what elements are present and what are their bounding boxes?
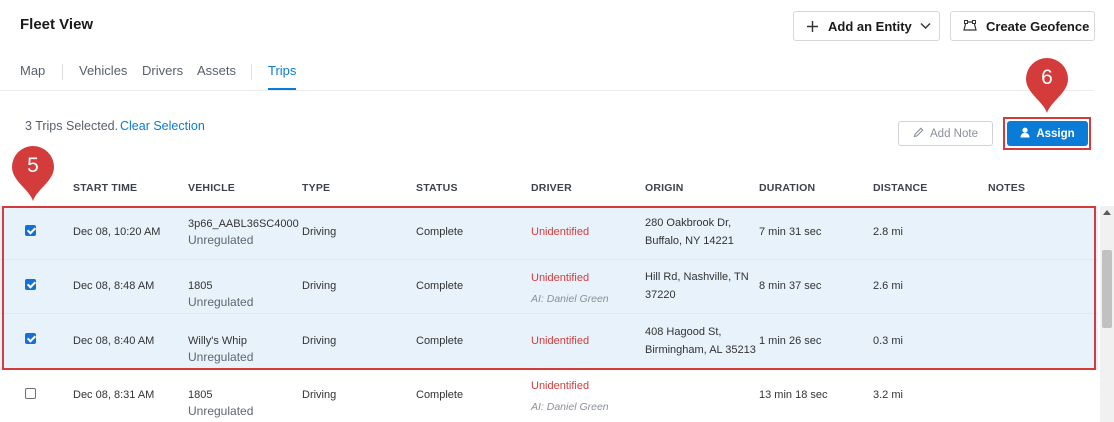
tab-bar: Map Vehicles Drivers Assets Trips (0, 56, 1094, 91)
assign-highlight-frame (1003, 117, 1091, 150)
col-header-origin[interactable]: ORIGIN (645, 182, 684, 194)
vehicle-name: Willy's Whip (188, 335, 247, 347)
trip-distance: 0.3 mi (873, 335, 903, 347)
step-5-number: 5 (27, 154, 39, 177)
row-checkbox[interactable] (25, 333, 36, 344)
origin-line-1: 280 Oakbrook Dr, (645, 217, 732, 229)
active-tab-indicator (268, 88, 296, 90)
trip-status: Complete (416, 389, 464, 401)
row-checkbox[interactable] (25, 279, 36, 290)
trip-duration: 13 min 18 sec (759, 389, 828, 401)
trip-type: Driving (302, 280, 337, 292)
origin-line-2: 37220 (645, 289, 676, 301)
driver-status: Unidentified (531, 380, 590, 392)
col-header-vehicle[interactable]: VEHICLE (188, 182, 235, 194)
driver-cell[interactable]: Unidentified AI: Daniel Green (531, 269, 609, 308)
origin-line-1: 408 Hagood St, (645, 326, 722, 338)
start-time: Dec 08, 8:48 AM (73, 280, 155, 292)
col-header-start-time[interactable]: START TIME (73, 182, 137, 194)
trip-duration: 8 min 37 sec (759, 280, 822, 292)
trip-duration: 1 min 26 sec (759, 335, 822, 347)
origin-cell: 280 Oakbrook Dr, Buffalo, NY 14221 (645, 214, 734, 250)
col-header-duration[interactable]: DURATION (759, 182, 815, 194)
chevron-down-icon (920, 22, 931, 30)
tab-assets[interactable]: Assets (197, 63, 236, 78)
pencil-icon (913, 127, 924, 141)
scrollbar-thumb[interactable] (1102, 250, 1112, 328)
trip-status: Complete (416, 226, 464, 238)
add-entity-label: Add an Entity (828, 18, 912, 34)
start-time: Dec 08, 8:40 AM (73, 335, 155, 347)
geofence-icon (963, 20, 977, 32)
page-title: Fleet View (20, 16, 94, 33)
driver-cell[interactable]: Unidentified AI: Daniel Green (531, 377, 609, 416)
table-row[interactable]: Dec 08, 10:20 AM 3p66_AABL36SC4000 Unreg… (0, 206, 1098, 260)
trip-distance: 2.8 mi (873, 226, 903, 238)
trip-type: Driving (302, 389, 337, 401)
clear-selection-link[interactable]: Clear Selection (120, 119, 205, 133)
tab-separator (62, 64, 63, 80)
origin-cell: 408 Hagood St, Birmingham, AL 35213 (645, 323, 756, 359)
vehicle-regulation: Unregulated (188, 404, 254, 418)
table-scrollbar[interactable] (1100, 206, 1114, 422)
trip-distance: 3.2 mi (873, 389, 903, 401)
step-6-number: 6 (1041, 66, 1053, 89)
step-5-marker: 5 (10, 145, 56, 203)
trip-distance: 2.6 mi (873, 280, 903, 292)
table-row[interactable]: Dec 08, 8:48 AM 1805 Unregulated Driving… (0, 260, 1098, 314)
tab-vehicles[interactable]: Vehicles (79, 63, 127, 78)
driver-status: Unidentified (531, 335, 590, 347)
table-row[interactable]: Dec 08, 8:31 AM 1805 Unregulated Driving… (0, 370, 1098, 422)
scroll-up-arrow-icon[interactable] (1103, 210, 1111, 215)
row-checkbox[interactable] (25, 225, 36, 236)
vehicle-cell[interactable]: Willy's Whip Unregulated (188, 332, 253, 364)
col-header-type[interactable]: TYPE (302, 182, 330, 194)
tab-map[interactable]: Map (20, 63, 45, 78)
origin-line-1: Hill Rd, Nashville, TN (645, 271, 749, 283)
add-note-label: Add Note (930, 127, 978, 140)
trip-status: Complete (416, 335, 464, 347)
tab-separator (251, 64, 252, 80)
create-geofence-label: Create Geofence (986, 18, 1090, 34)
add-entity-button[interactable]: Add an Entity (793, 11, 940, 41)
col-header-status[interactable]: STATUS (416, 182, 458, 194)
ai-driver-suggestion: AI: Daniel Green (531, 401, 609, 413)
driver-cell[interactable]: Unidentified (531, 223, 589, 241)
ai-driver-suggestion: AI: Daniel Green (531, 293, 609, 305)
driver-cell[interactable]: Unidentified (531, 332, 589, 350)
start-time: Dec 08, 8:31 AM (73, 389, 155, 401)
table-row[interactable]: Dec 08, 8:40 AM Willy's Whip Unregulated… (0, 314, 1098, 370)
trip-type: Driving (302, 335, 337, 347)
vehicle-cell[interactable]: 3p66_AABL36SC4000 Unregulated (188, 215, 299, 247)
step-6-marker: 6 (1024, 57, 1070, 115)
vehicle-cell[interactable]: 1805 Unregulated (188, 386, 253, 418)
vehicle-name: 3p66_AABL36SC4000 (188, 218, 299, 230)
vehicle-regulation: Unregulated (188, 295, 254, 309)
selection-count: 3 Trips Selected. (25, 119, 119, 133)
col-header-notes[interactable]: NOTES (988, 182, 1025, 194)
add-note-button[interactable]: Add Note (898, 121, 993, 146)
vehicle-cell[interactable]: 1805 Unregulated (188, 277, 253, 309)
col-header-distance[interactable]: DISTANCE (873, 182, 928, 194)
origin-line-2: Buffalo, NY 14221 (645, 235, 734, 247)
driver-status: Unidentified (531, 226, 590, 238)
trip-duration: 7 min 31 sec (759, 226, 822, 238)
origin-cell: Hill Rd, Nashville, TN 37220 (645, 268, 749, 304)
origin-line-2: Birmingham, AL 35213 (645, 344, 756, 356)
row-checkbox[interactable] (25, 388, 36, 399)
tab-drivers[interactable]: Drivers (142, 63, 183, 78)
vehicle-name: 1805 (188, 389, 213, 401)
vehicle-regulation: Unregulated (188, 233, 254, 247)
plus-icon (806, 20, 819, 33)
create-geofence-button[interactable]: Create Geofence (950, 11, 1095, 41)
driver-status: Unidentified (531, 272, 590, 284)
vehicle-name: 1805 (188, 280, 213, 292)
vehicle-regulation: Unregulated (188, 350, 254, 364)
trip-type: Driving (302, 226, 337, 238)
trip-status: Complete (416, 280, 464, 292)
start-time: Dec 08, 10:20 AM (73, 226, 161, 238)
tab-trips[interactable]: Trips (268, 63, 296, 78)
col-header-driver[interactable]: DRIVER (531, 182, 572, 194)
